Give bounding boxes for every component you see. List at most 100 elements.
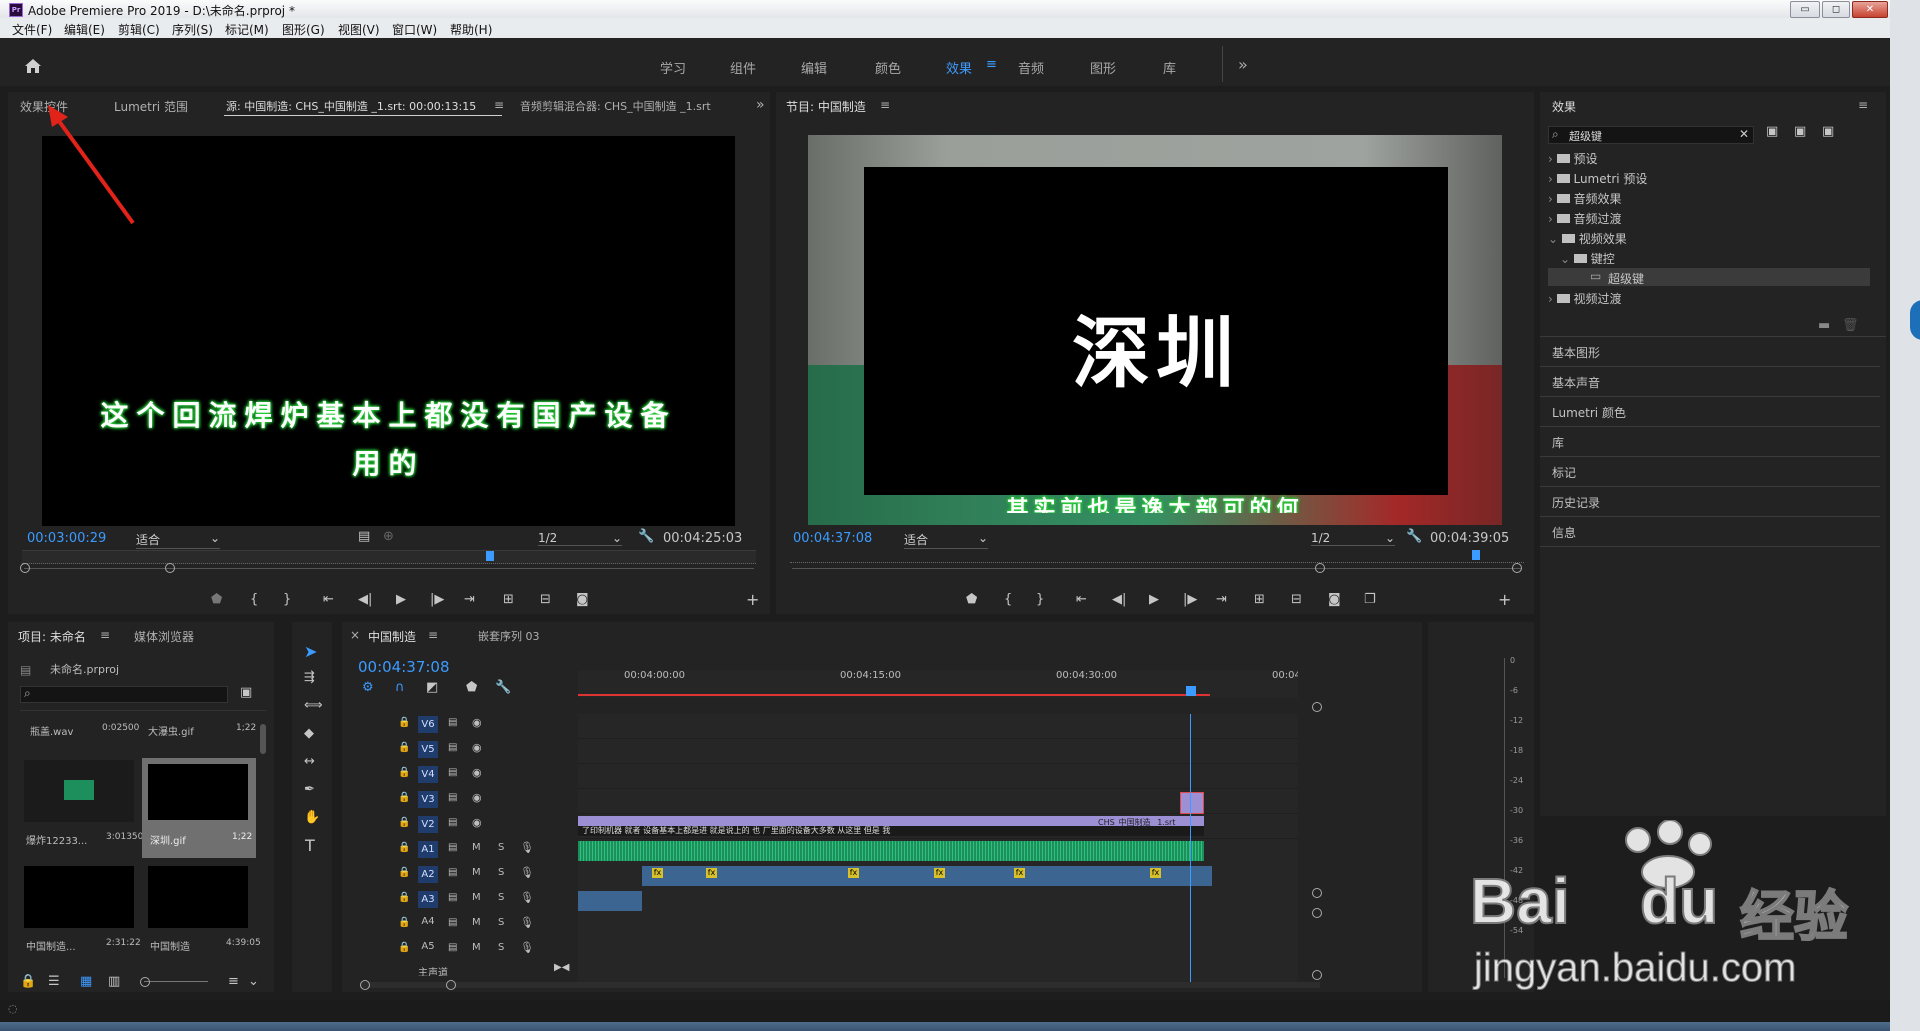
snap-icon[interactable]: ∩ [395, 680, 405, 695]
accelerated-effects-icon[interactable]: ▣ [1766, 124, 1778, 139]
add-marker-icon[interactable]: ⬟ [466, 680, 477, 695]
selection-tool-icon[interactable]: ➤ [304, 642, 317, 661]
tree-item-presets[interactable]: › 预设 [1548, 150, 1597, 167]
tab-sequence-main[interactable]: 中国制造 [368, 628, 416, 645]
track-name[interactable]: A2 [418, 866, 438, 883]
track-name[interactable]: A3 [418, 891, 438, 908]
program-timecode[interactable]: 00:04:37:08 [793, 531, 872, 546]
project-item[interactable]: 瓶盖.wav 0:02500 [20, 718, 139, 742]
eye-icon[interactable]: ◉ [472, 741, 482, 754]
mute-button[interactable]: M [472, 917, 481, 928]
overwrite-clip-icon[interactable]: ⊟ [540, 592, 551, 607]
thumbnail-size-slider[interactable] [144, 981, 208, 982]
lock-icon[interactable]: 🔒 [398, 817, 410, 828]
solo-button[interactable]: S [498, 867, 504, 878]
sync-lock-icon[interactable]: ▤ [448, 767, 457, 778]
step-back-icon[interactable]: ◀| [358, 592, 372, 607]
eye-icon[interactable]: ◉ [472, 791, 482, 804]
razor-tool-icon[interactable]: ◆ [304, 726, 314, 741]
tab-project[interactable]: 项目: 未命名 [18, 628, 86, 645]
mute-button[interactable]: M [472, 892, 481, 903]
workspace-graphics[interactable]: 图形 [1090, 58, 1116, 77]
sync-lock-icon[interactable]: ▤ [448, 867, 457, 878]
tree-item-video-effects[interactable]: ⌄ 视频效果 [1548, 230, 1627, 247]
section-essential-graphics[interactable]: 基本图形 [1552, 344, 1600, 361]
add-button-icon[interactable]: + [746, 590, 759, 609]
menu-edit[interactable]: 编辑(E) [64, 21, 105, 38]
workspace-overflow-icon[interactable]: » [1238, 55, 1248, 74]
microphone-icon[interactable]: 🎙 [520, 866, 534, 879]
effects-search-input[interactable]: ⌕ 超级键 ✕ [1548, 126, 1754, 144]
project-menu-icon[interactable]: ≡ [100, 628, 110, 642]
microphone-icon[interactable]: 🎙 [520, 941, 534, 954]
menu-marker[interactable]: 标记(M) [225, 21, 269, 38]
settings-wrench-icon[interactable]: 🔧 [638, 529, 654, 544]
tree-item-audio-effects[interactable]: › 音频效果 [1548, 190, 1621, 207]
microphone-icon[interactable]: 🎙 [520, 916, 534, 929]
type-tool-icon[interactable]: T [305, 836, 315, 855]
tab-media-browser[interactable]: 媒体浏览器 [134, 628, 194, 645]
project-search-input[interactable]: ⌕ [20, 686, 228, 703]
workspace-audio[interactable]: 音频 [1018, 58, 1044, 77]
sequence-menu-icon[interactable]: ≡ [428, 628, 438, 642]
timeline-playhead-handle[interactable] [1186, 686, 1196, 696]
track-zoom-handle[interactable] [1312, 888, 1322, 898]
list-view-icon[interactable]: ☰ [48, 974, 60, 989]
mute-button[interactable]: M [472, 867, 481, 878]
eye-icon[interactable]: ◉ [472, 716, 482, 729]
track-name[interactable]: V4 [418, 766, 438, 783]
scroll-handle-right[interactable] [446, 980, 456, 990]
insert-clip-icon[interactable]: ⊞ [503, 592, 514, 607]
insert-icon[interactable]: ⊕ [383, 529, 394, 544]
sync-lock-icon[interactable]: ▤ [448, 792, 457, 803]
microphone-icon[interactable]: 🎙 [520, 891, 534, 904]
step-forward-icon[interactable]: |▶ [430, 592, 444, 607]
project-item[interactable]: 大瀑虫.gif 1;22 [142, 718, 256, 742]
solo-button[interactable]: S [498, 917, 504, 928]
solo-button[interactable]: S [498, 942, 504, 953]
section-history[interactable]: 历史记录 [1552, 494, 1600, 511]
delete-icon[interactable]: 🗑 [1842, 318, 1859, 333]
mark-in-icon[interactable]: { [250, 592, 258, 607]
tree-item-lumetri-presets[interactable]: › Lumetri 预设 [1548, 170, 1647, 187]
tab-program[interactable]: 节目: 中国制造 [786, 98, 866, 115]
lock-icon[interactable]: 🔒 [398, 842, 410, 853]
new-search-bin-icon[interactable]: ▣ [240, 685, 252, 700]
eye-icon[interactable]: ◉ [472, 816, 482, 829]
lock-icon[interactable]: 🔒 [398, 742, 410, 753]
workspace-menu-icon[interactable]: ≡ [986, 57, 997, 72]
menu-sequence[interactable]: 序列(S) [172, 21, 213, 38]
nest-icon[interactable]: ⚙ [362, 680, 374, 695]
minimize-button[interactable]: ▭ [1790, 1, 1820, 18]
section-markers[interactable]: 标记 [1552, 464, 1576, 481]
solo-button[interactable]: S [498, 842, 504, 853]
source-timecode[interactable]: 00:03:00:29 [27, 531, 106, 546]
add-marker-icon[interactable]: ⬟ [966, 592, 977, 607]
mark-out-icon[interactable]: } [1036, 592, 1044, 607]
chevron-down-icon[interactable]: ⌄ [248, 974, 259, 989]
track-name[interactable]: A1 [418, 841, 438, 858]
program-fit-dropdown[interactable]: 适合 ⌄ [904, 531, 988, 549]
a3-audio-clip[interactable] [578, 891, 642, 911]
mark-in-icon[interactable]: { [1004, 592, 1012, 607]
a1-audio-clip[interactable] [578, 841, 1204, 861]
effects-panel-title[interactable]: 效果 [1552, 98, 1576, 115]
menu-graphics[interactable]: 图形(G) [282, 21, 325, 38]
track-select-tool-icon[interactable]: ⇶ [304, 670, 315, 685]
slider-handle[interactable] [140, 977, 150, 987]
go-to-out-icon[interactable]: ⇥ [1216, 592, 1227, 607]
project-item[interactable]: 爆炸12233... 3:01350 [20, 760, 143, 856]
tab-source[interactable]: 源: 中国制造: CHS_中国制造 _1.srt: 00:00:13:15 [226, 98, 476, 114]
timeline-playhead-line[interactable] [1190, 714, 1191, 982]
go-to-in-icon[interactable]: ⇤ [323, 592, 334, 607]
timeline-horizontal-scrollbar[interactable] [360, 980, 1320, 990]
panel-overflow-icon[interactable]: » [756, 97, 765, 113]
program-time-ruler[interactable] [790, 550, 1524, 563]
source-menu-icon[interactable]: ≡ [494, 98, 504, 112]
track-name[interactable]: V2 [418, 816, 438, 833]
workspace-color[interactable]: 颜色 [875, 58, 901, 77]
microphone-icon[interactable]: 🎙 [520, 841, 534, 854]
freeform-view-icon[interactable]: ▥ [108, 974, 120, 989]
program-menu-icon[interactable]: ≡ [880, 98, 890, 112]
sync-lock-icon[interactable]: ▤ [448, 892, 457, 903]
